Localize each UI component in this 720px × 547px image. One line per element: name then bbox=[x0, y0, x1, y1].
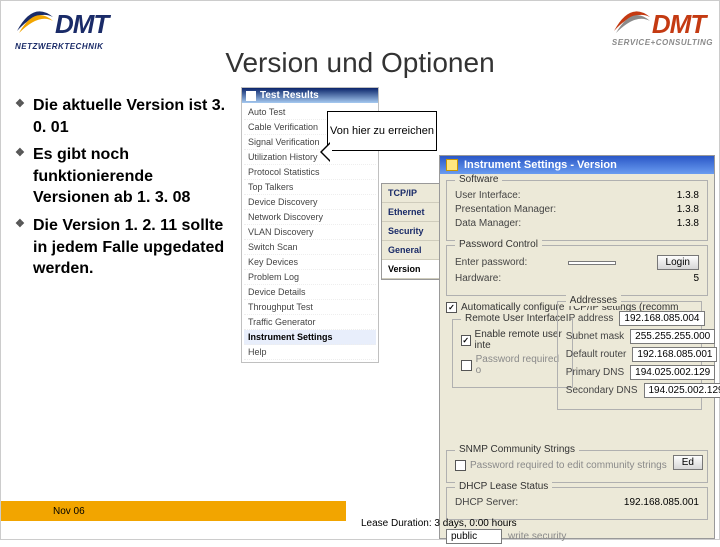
group-title: Remote User Interface bbox=[461, 313, 570, 324]
list-item: Es gibt noch funktionierende Versionen a… bbox=[15, 144, 231, 209]
value: 192.168.085.001 bbox=[624, 497, 699, 508]
router-input[interactable]: 192.168.085.001 bbox=[632, 347, 717, 362]
dhcp-group: DHCP Lease Status DHCP Server:192.168.08… bbox=[446, 487, 708, 520]
menu-item[interactable]: Key Devices bbox=[244, 255, 376, 270]
menu-item[interactable]: Network Discovery bbox=[244, 210, 376, 225]
checkbox-icon: ✓ bbox=[461, 335, 471, 346]
bullet-list: Die aktuelle Version ist 3. 0. 01 Es gib… bbox=[15, 95, 231, 286]
value: 1.3.8 bbox=[677, 190, 699, 201]
titlebar: Instrument Settings - Version bbox=[440, 156, 714, 174]
password-input[interactable] bbox=[568, 261, 616, 265]
label: Default router bbox=[566, 349, 627, 360]
logo-right-sub: SERVICE+CONSULTING bbox=[612, 38, 713, 47]
checkbox-icon bbox=[461, 360, 472, 371]
edit-button[interactable]: Ed bbox=[673, 455, 703, 470]
menu-item[interactable]: Help bbox=[244, 345, 376, 360]
label: Subnet mask bbox=[566, 331, 624, 342]
group-title: DHCP Lease Status bbox=[455, 481, 552, 492]
enable-remote-checkbox[interactable]: ✓ Enable remote user inte bbox=[461, 329, 564, 351]
subnet-input[interactable]: 255.255.255.000 bbox=[630, 329, 715, 344]
dns2-input[interactable]: 194.025.002.129 bbox=[644, 383, 720, 398]
logo-brand: DMT bbox=[652, 9, 705, 40]
logo-left: DMT NETZWERKTECHNIK bbox=[15, 7, 108, 51]
menu-item-selected[interactable]: Instrument Settings bbox=[244, 330, 376, 345]
label: Data Manager: bbox=[455, 218, 521, 229]
sidebar-item-security[interactable]: Security bbox=[382, 222, 439, 241]
label: DHCP Server: bbox=[455, 497, 518, 508]
group-title: Software bbox=[455, 174, 502, 185]
snmp-password-checkbox[interactable]: Password required to edit community stri… bbox=[455, 460, 699, 471]
window-title: Test Results bbox=[260, 90, 319, 101]
logo-brand: DMT bbox=[55, 9, 108, 40]
list-item: Die Version 1. 2. 11 sollte in jedem Fal… bbox=[15, 215, 231, 280]
list-item: Die aktuelle Version ist 3. 0. 01 bbox=[15, 95, 231, 138]
checkbox-label: Password required to edit community stri… bbox=[470, 460, 667, 471]
logo-right: DMT SERVICE+CONSULTING bbox=[612, 7, 713, 47]
footer-date: Nov 06 bbox=[53, 506, 85, 517]
password-group: Password Control Enter password: Login H… bbox=[446, 245, 708, 296]
lease-row: public write security bbox=[440, 526, 714, 547]
window-title: Instrument Settings - Version bbox=[464, 159, 617, 171]
snmp-group: SNMP Community Strings Password required… bbox=[446, 450, 708, 483]
settings-sidebar: TCP/IP Ethernet Security General Version bbox=[381, 183, 439, 280]
checkbox-icon: ✓ bbox=[446, 302, 457, 313]
sidebar-item-general[interactable]: General bbox=[382, 241, 439, 260]
checkbox-label: Password required o bbox=[476, 354, 564, 376]
label: Primary DNS bbox=[566, 367, 624, 378]
menu-item[interactable]: Top Talkers bbox=[244, 180, 376, 195]
group-title: SNMP Community Strings bbox=[455, 444, 579, 455]
menu-item[interactable]: Throughput Test bbox=[244, 300, 376, 315]
value: 5 bbox=[693, 273, 699, 284]
window-icon bbox=[246, 91, 256, 101]
software-group: Software User Interface:1.3.8 Presentati… bbox=[446, 180, 708, 241]
menu-item[interactable]: Problem Log bbox=[244, 270, 376, 285]
addresses-group: Addresses IP address192.168.085.004 Subn… bbox=[557, 301, 702, 410]
label: IP address bbox=[566, 313, 614, 324]
menu-item[interactable]: Device Discovery bbox=[244, 195, 376, 210]
menu-item[interactable]: Switch Scan bbox=[244, 240, 376, 255]
remote-group: Remote User Interface ✓Enable remote use… bbox=[452, 319, 573, 388]
settings-icon bbox=[446, 159, 458, 171]
embedded-screenshot: Test Results Auto Test Cable Verificatio… bbox=[241, 87, 715, 539]
community-input[interactable]: public bbox=[446, 529, 502, 544]
label: Enter password: bbox=[455, 257, 527, 268]
label: Presentation Manager: bbox=[455, 204, 556, 215]
settings-window: Instrument Settings - Version Software U… bbox=[439, 155, 715, 539]
group-title: Password Control bbox=[455, 239, 542, 250]
login-button[interactable]: Login bbox=[657, 255, 699, 270]
sidebar-item-version[interactable]: Version bbox=[382, 260, 439, 279]
dmt-swoosh-icon bbox=[15, 7, 55, 42]
dns1-input[interactable]: 194.025.002.129 bbox=[630, 365, 715, 380]
menu-item[interactable]: Traffic Generator bbox=[244, 315, 376, 330]
label: write security bbox=[508, 531, 566, 542]
label: User Interface: bbox=[455, 190, 521, 201]
label: Secondary DNS bbox=[566, 385, 638, 396]
sidebar-item-tcpip[interactable]: TCP/IP bbox=[382, 184, 439, 203]
value: 1.3.8 bbox=[677, 218, 699, 229]
group-title: Addresses bbox=[566, 295, 621, 306]
menu-item[interactable]: VLAN Discovery bbox=[244, 225, 376, 240]
page-title: Version und Optionen bbox=[1, 47, 719, 79]
titlebar: Test Results bbox=[242, 88, 378, 103]
checkbox-label: Enable remote user inte bbox=[475, 329, 564, 351]
menu-item[interactable]: Device Details bbox=[244, 285, 376, 300]
menu-item[interactable]: Protocol Statistics bbox=[244, 165, 376, 180]
checkbox-icon bbox=[455, 460, 466, 471]
label: Hardware: bbox=[455, 273, 501, 284]
value: 1.3.8 bbox=[677, 204, 699, 215]
dmt-swoosh-icon bbox=[612, 7, 652, 42]
ip-input[interactable]: 192.168.085.004 bbox=[619, 311, 704, 326]
sidebar-item-ethernet[interactable]: Ethernet bbox=[382, 203, 439, 222]
lease-duration-text: Lease Duration: 3 days, 0:00 hours bbox=[361, 518, 517, 529]
callout-arrow: Von hier zu erreichen bbox=[327, 111, 437, 151]
password-required-checkbox[interactable]: Password required o bbox=[461, 354, 564, 376]
